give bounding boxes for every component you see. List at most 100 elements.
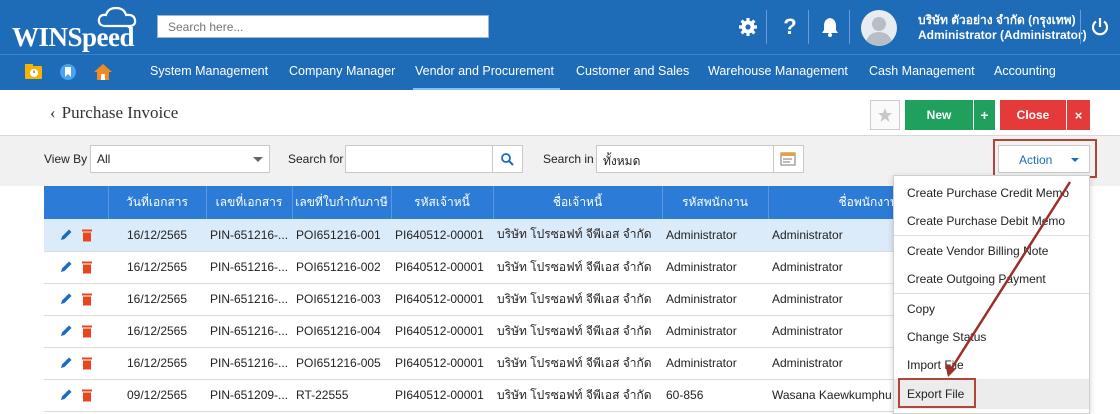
action-highlight-box (993, 139, 1097, 178)
cell-doc-no: PIN-651216-... (206, 251, 292, 284)
view-by-select[interactable]: All (90, 145, 270, 173)
cell-vendor-name: บริษัท โปรซอฟท์ จีพีเอส จำกัด (493, 315, 662, 348)
trash-icon[interactable] (81, 228, 93, 242)
cell-vendor-name: บริษัท โปรซอฟท์ จีพีเอส จำกัด (493, 219, 662, 252)
trash-icon[interactable] (81, 292, 93, 306)
cell-emp-code: Administrator (662, 283, 768, 316)
new-button[interactable]: New (905, 100, 973, 130)
home-icon[interactable] (93, 63, 113, 81)
cell-vendor-name: บริษัท โปรซอฟท์ จีพีเอส จำกัด (493, 379, 662, 412)
page-title: ‹ Purchase Invoice (50, 103, 179, 122)
cell-tax-no: POI651216-003 (292, 283, 391, 316)
cell-emp-code: Administrator (662, 219, 768, 252)
cell-emp-code: Administrator (662, 251, 768, 284)
search-input[interactable] (157, 15, 489, 38)
column-header[interactable]: เลขที่ใบกำกับภาษี (292, 186, 392, 219)
cell-tax-no: POI651216-002 (292, 251, 391, 284)
chevron-down-icon (253, 157, 263, 162)
view-by-label: View By (44, 152, 88, 166)
menu-item-create-debit-memo[interactable]: Create Purchase Debit Memo (907, 214, 1065, 228)
edit-icon[interactable] (59, 388, 73, 402)
divider (808, 10, 809, 44)
cell-tax-no: POI651216-001 (292, 219, 391, 252)
search-in-field[interactable]: ทั้งหมด (596, 145, 774, 173)
menu-cash-management[interactable]: Cash Management (869, 64, 975, 78)
cell-doc-no: PIN-651216-... (206, 219, 292, 252)
cell-date: 16/12/2565 (108, 315, 206, 348)
cell-date: 16/12/2565 (108, 347, 206, 380)
menu-item-create-billing-note[interactable]: Create Vendor Billing Note (907, 244, 1048, 258)
view-by-value: All (97, 152, 111, 166)
close-button[interactable]: Close (1000, 100, 1066, 130)
column-header[interactable]: ชื่อเจ้าหนี้ (493, 186, 663, 219)
row-actions (44, 379, 108, 412)
column-header[interactable]: วันที่เอกสาร (108, 186, 207, 219)
list-picker-icon (780, 152, 796, 165)
menu-warehouse-management[interactable]: Warehouse Management (708, 64, 848, 78)
export-highlight-box (898, 378, 976, 408)
trash-icon[interactable] (81, 356, 93, 370)
trash-icon[interactable] (81, 324, 93, 338)
menu-accounting[interactable]: Accounting (994, 64, 1056, 78)
cell-vendor-code: PI640512-00001 (391, 347, 493, 380)
help-icon[interactable]: ? (775, 12, 805, 42)
chevron-left-icon[interactable]: ‹ (50, 103, 56, 122)
bookmark-icon[interactable] (58, 63, 78, 81)
avatar[interactable] (861, 10, 897, 46)
trash-icon[interactable] (81, 260, 93, 274)
edit-icon[interactable] (59, 260, 73, 274)
cell-emp-code: Administrator (662, 347, 768, 380)
gear-icon[interactable] (733, 12, 763, 42)
menu-system-management[interactable]: System Management (150, 64, 268, 78)
cell-emp-code: Administrator (662, 315, 768, 348)
cell-vendor-name: บริษัท โปรซอฟท์ จีพีเอส จำกัด (493, 347, 662, 380)
cell-tax-no: POI651216-004 (292, 315, 391, 348)
power-icon[interactable] (1085, 12, 1115, 42)
divider (766, 10, 767, 44)
column-header[interactable]: เลขที่เอกสาร (206, 186, 293, 219)
cell-doc-no: PIN-651216-... (206, 283, 292, 316)
menu-company-manager[interactable]: Company Manager (289, 64, 395, 78)
cell-vendor-code: PI640512-00001 (391, 251, 493, 284)
menu-customer-sales[interactable]: Customer and Sales (576, 64, 689, 78)
search-for-input[interactable] (345, 145, 493, 173)
favorite-button[interactable] (870, 100, 900, 130)
edit-icon[interactable] (59, 228, 73, 242)
user-role: Administrator (Administrator) (918, 28, 1087, 42)
search-in-picker-button[interactable] (773, 145, 804, 173)
cell-vendor-code: PI640512-00001 (391, 219, 493, 252)
cell-emp-code: 60-856 (662, 379, 768, 412)
cell-date: 09/12/2565 (108, 379, 206, 412)
new-dropdown-button[interactable]: + (974, 100, 995, 130)
bell-icon[interactable] (815, 12, 845, 42)
menu-vendor-procurement[interactable]: Vendor and Procurement (415, 64, 554, 78)
edit-icon[interactable] (59, 324, 73, 338)
row-actions (44, 219, 108, 252)
edit-icon[interactable] (59, 356, 73, 370)
close-x-button[interactable]: × (1067, 100, 1090, 130)
star-icon (878, 108, 892, 122)
search-for-label: Search for (288, 152, 344, 166)
menu-item-create-credit-memo[interactable]: Create Purchase Credit Memo (907, 186, 1069, 200)
trash-icon[interactable] (81, 388, 93, 402)
cell-tax-no: RT-22555 (292, 379, 391, 412)
menu-item-copy[interactable]: Copy (907, 302, 935, 316)
menu-item-import-file[interactable]: Import File (907, 358, 964, 372)
cell-date: 16/12/2565 (108, 219, 206, 252)
menu-item-change-status[interactable]: Change Status (907, 330, 986, 344)
search-button[interactable] (492, 145, 523, 173)
column-header[interactable]: รหัสพนักงาน (662, 186, 769, 219)
edit-icon[interactable] (59, 292, 73, 306)
divider (849, 10, 850, 44)
cell-date: 16/12/2565 (108, 251, 206, 284)
menu-item-create-outgoing-payment[interactable]: Create Outgoing Payment (907, 272, 1046, 286)
cell-vendor-name: บริษัท โปรซอฟท์ จีพีเอส จำกัด (493, 283, 662, 316)
cell-vendor-name: บริษัท โปรซอฟท์ จีพีเอส จำกัด (493, 251, 662, 284)
top-bar: WINSpeed ? บริษัท ตัวอย่าง จำกัด (กรุงเท… (0, 0, 1120, 54)
cell-doc-no: PIN-651209-... (206, 379, 292, 412)
cell-doc-no: PIN-651216-... (206, 315, 292, 348)
row-actions (44, 315, 108, 348)
column-header[interactable]: รหัสเจ้าหนี้ (391, 186, 494, 219)
folder-clock-icon[interactable] (24, 63, 44, 81)
row-actions (44, 251, 108, 284)
